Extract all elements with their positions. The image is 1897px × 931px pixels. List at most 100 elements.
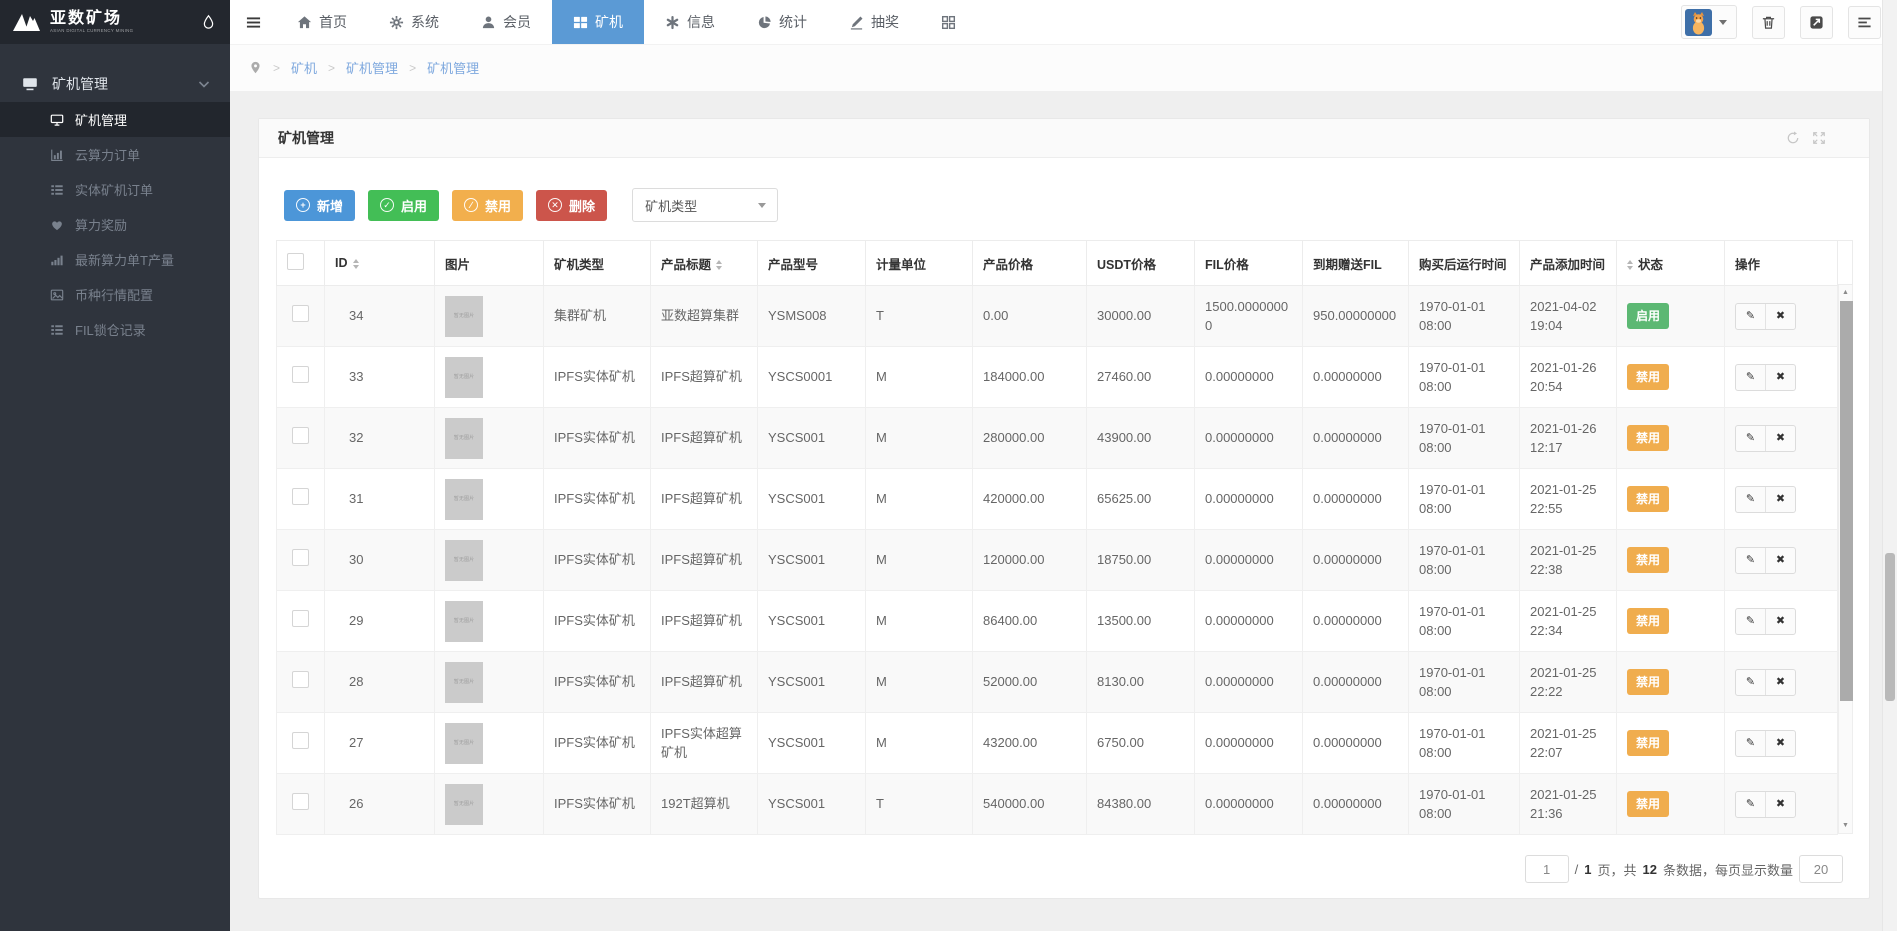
col-header-status[interactable]: 状态 (1617, 241, 1725, 286)
nav-item-messages[interactable]: 信息 (644, 0, 736, 44)
row-delete-button[interactable]: ✖ (1765, 731, 1795, 756)
row-delete-button[interactable]: ✖ (1765, 670, 1795, 695)
sidebar-item-hashrate-rewards[interactable]: 算力奖励 (0, 207, 230, 242)
list-icon (50, 183, 64, 197)
miner-type-select[interactable]: 矿机类型 (632, 188, 778, 222)
cell-image: 暂无图片 (435, 713, 544, 774)
breadcrumb: > 矿机 > 矿机管理 > 矿机管理 (230, 44, 1897, 91)
sort-icon[interactable] (353, 259, 359, 269)
sidebar-item-latest-hashrate-output[interactable]: 最新算力单T产量 (0, 242, 230, 277)
cell-price: 120000.00 (973, 530, 1087, 591)
edit-button[interactable]: ✎ (1736, 731, 1765, 756)
table-row: 31 暂无图片 IPFS实体矿机 IPFS超算矿机 YSCS001 M 4200… (277, 469, 1838, 530)
edit-button[interactable]: ✎ (1736, 609, 1765, 634)
row-checkbox[interactable] (292, 671, 309, 688)
row-delete-button[interactable]: ✖ (1765, 304, 1795, 329)
open-frontend-button[interactable] (1800, 6, 1833, 39)
select-all-checkbox[interactable] (287, 253, 304, 270)
nav-item-home[interactable]: 首页 (276, 0, 368, 44)
page-size-input[interactable] (1799, 855, 1843, 883)
product-image-placeholder: 暂无图片 (445, 296, 483, 337)
table-scrollbar-track[interactable]: ▲ ▼ (1838, 285, 1853, 834)
fullscreen-icon[interactable] (1812, 131, 1826, 145)
row-delete-button[interactable]: ✖ (1765, 609, 1795, 634)
row-checkbox[interactable] (292, 427, 309, 444)
clear-cache-button[interactable] (1752, 6, 1785, 39)
row-delete-button[interactable]: ✖ (1765, 365, 1795, 390)
row-checkbox[interactable] (292, 366, 309, 383)
breadcrumb-current[interactable]: 矿机管理 (427, 58, 479, 77)
disable-button[interactable]: ∕ 禁用 (452, 190, 523, 221)
row-checkbox[interactable] (292, 793, 309, 810)
row-checkbox[interactable] (292, 549, 309, 566)
nav-item-system[interactable]: 系统 (368, 0, 460, 44)
table-row: 26 暂无图片 IPFS实体矿机 192T超算机 YSCS001 T 54000… (277, 774, 1838, 835)
cell-unit: M (866, 530, 973, 591)
edit-button[interactable]: ✎ (1736, 548, 1765, 573)
refresh-icon[interactable] (1786, 131, 1800, 145)
list-lines-icon (1857, 15, 1872, 30)
table-scrollbar-thumb[interactable] (1840, 301, 1853, 701)
row-checkbox[interactable] (292, 305, 309, 322)
cell-actions: ✎ ✖ (1725, 469, 1838, 530)
status-badge: 禁用 (1627, 669, 1669, 695)
nav-item-statistics[interactable]: 统计 (736, 0, 828, 44)
row-checkbox[interactable] (292, 488, 309, 505)
sidebar-item-miner-management[interactable]: 矿机管理 (0, 102, 230, 137)
edit-button[interactable]: ✎ (1736, 670, 1765, 695)
page-scrollbar[interactable] (1882, 0, 1897, 931)
cell-usdt-price: 65625.00 (1087, 469, 1195, 530)
cell-product-title: IPFS超算矿机 (651, 469, 758, 530)
row-delete-button[interactable]: ✖ (1765, 548, 1795, 573)
pencil-icon: ✎ (1746, 430, 1755, 447)
edit-button[interactable]: ✎ (1736, 426, 1765, 451)
sidebar-item-coin-market-config[interactable]: 币种行情配置 (0, 277, 230, 312)
row-checkbox[interactable] (292, 610, 309, 627)
table-scrollbar: ▲ ▼ (1838, 240, 1853, 834)
col-header-id[interactable]: ID (325, 241, 435, 286)
add-button[interactable]: + 新增 (284, 190, 355, 221)
cell-price: 52000.00 (973, 652, 1087, 713)
cell-added-time: 2021-01-25 22:38 (1520, 530, 1617, 591)
breadcrumb-link-miner-management[interactable]: 矿机管理 (346, 58, 398, 77)
cell-added-time: 2021-01-25 22:34 (1520, 591, 1617, 652)
cell-actions: ✎ ✖ (1725, 591, 1838, 652)
sidebar-item-cloud-hashrate-orders[interactable]: 云算力订单 (0, 137, 230, 172)
sidebar-item-physical-miner-orders[interactable]: 实体矿机订单 (0, 172, 230, 207)
edit-button[interactable]: ✎ (1736, 487, 1765, 512)
chevron-down-icon (196, 76, 212, 92)
nav-item-miners[interactable]: 矿机 (552, 0, 644, 44)
status-badge: 禁用 (1627, 425, 1669, 451)
row-action-group: ✎ ✖ (1735, 425, 1796, 452)
edit-button[interactable]: ✎ (1736, 792, 1765, 817)
enable-button[interactable]: ✓ 启用 (368, 190, 439, 221)
scroll-down-arrow[interactable]: ▼ (1839, 818, 1852, 833)
user-menu-button[interactable] (1681, 5, 1737, 39)
sort-icon[interactable] (716, 260, 722, 270)
row-delete-button[interactable]: ✖ (1765, 426, 1795, 451)
sidebar-group-mining[interactable]: 矿机管理 (0, 66, 230, 102)
edit-button[interactable]: ✎ (1736, 304, 1765, 329)
row-delete-button[interactable]: ✖ (1765, 487, 1795, 512)
nav-item-lottery[interactable]: 抽奖 (828, 0, 920, 44)
col-header-product-title[interactable]: 产品标题 (651, 241, 758, 286)
cell-miner-type: IPFS实体矿机 (544, 408, 651, 469)
cell-runtime: 1970-01-01 08:00 (1409, 713, 1520, 774)
page-number-input[interactable] (1525, 855, 1569, 883)
log-panel-button[interactable] (1848, 6, 1881, 39)
row-delete-button[interactable]: ✖ (1765, 792, 1795, 817)
sidebar-toggle-button[interactable] (230, 0, 276, 44)
nav-item-apps[interactable] (920, 0, 977, 44)
sidebar-item-fil-lock-records[interactable]: FIL锁仓记录 (0, 312, 230, 347)
nav-item-members[interactable]: 会员 (460, 0, 552, 44)
row-checkbox[interactable] (292, 732, 309, 749)
cell-miner-type: 集群矿机 (544, 286, 651, 347)
edit-button[interactable]: ✎ (1736, 365, 1765, 390)
check-circle-icon: ✓ (380, 198, 394, 212)
delete-button[interactable]: ✕ 删除 (536, 190, 607, 221)
scroll-up-arrow[interactable]: ▲ (1839, 285, 1852, 300)
cell-added-time: 2021-01-26 20:54 (1520, 347, 1617, 408)
sort-icon[interactable] (1627, 260, 1633, 270)
breadcrumb-link-miners[interactable]: 矿机 (291, 58, 317, 77)
page-scrollbar-thumb[interactable] (1885, 553, 1895, 701)
